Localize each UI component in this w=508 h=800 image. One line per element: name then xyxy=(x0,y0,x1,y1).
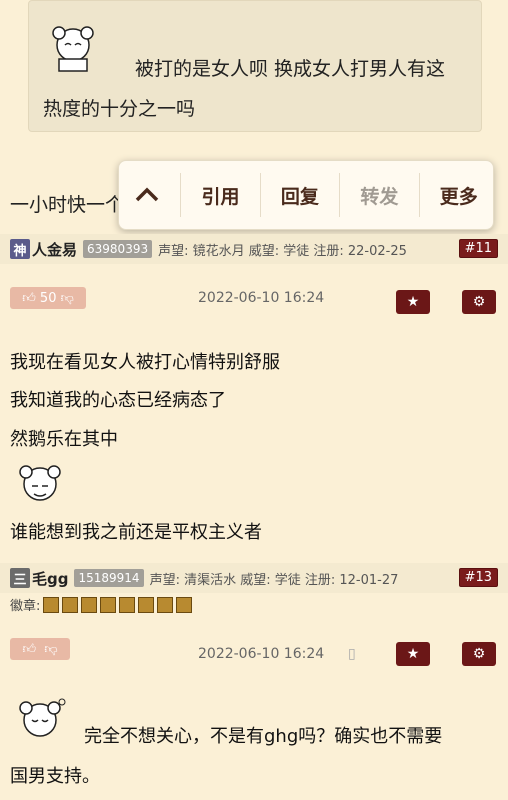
thumbs-down-icon: 👎︎ xyxy=(40,641,58,657)
post-meta-row: 👍︎ 50 👎︎ 2022-06-10 16:24 ★ ⚙ xyxy=(0,282,508,322)
settings-button[interactable]: ⚙ xyxy=(462,290,496,314)
quoted-post-text: 被打的是女人呗 换成女人打男人有这 热度的十分之一吗 xyxy=(43,49,471,129)
medal-row: 徽章: xyxy=(10,595,193,614)
medal-icon xyxy=(62,596,79,613)
post-datetime: 2022-06-10 16:24 xyxy=(198,290,325,306)
reply-button[interactable]: 回复 xyxy=(271,161,329,229)
chevron-up-icon xyxy=(135,187,159,202)
anime-sticker-icon xyxy=(19,465,61,501)
user-info: 声望: 清渠活水 威望: 学徒 注册: 12-01-27 xyxy=(149,572,399,588)
medal-icon xyxy=(157,596,174,613)
post-user-row: 神 人金易 63980393 声望: 镜花水月 威望: 学徒 注册: 22-02… xyxy=(0,234,508,264)
quote-line-1: 被打的是女人呗 换成女人打男人有这 xyxy=(135,58,446,80)
post-line: 然鹅乐在其中 xyxy=(10,429,118,450)
quoted-post-card: 被打的是女人呗 换成女人打男人有这 热度的十分之一吗 xyxy=(28,0,482,132)
phone-device-icon: ▯ xyxy=(348,646,356,662)
like-count: 50 xyxy=(39,290,57,306)
thumbs-up-icon: 👍︎ xyxy=(22,641,41,657)
divider xyxy=(180,173,182,217)
anime-sticker-icon xyxy=(19,698,66,737)
user-title-badge: 神 xyxy=(10,239,30,259)
post-datetime: 2022-06-10 16:24 xyxy=(198,646,325,662)
medal-icon xyxy=(119,596,136,613)
user-id: 15189914 xyxy=(74,569,144,587)
action-popup-menu: 引用 回复 转发 更多 xyxy=(118,160,494,230)
username[interactable]: 毛gg xyxy=(32,568,68,589)
star-icon: ★ xyxy=(406,294,420,310)
post-line: 我现在看见女人被打心情特别舒服 xyxy=(10,352,280,373)
gear-icon: ⚙ xyxy=(472,294,486,310)
medals-label: 徽章: xyxy=(10,599,41,614)
thumbs-up-icon: 👍︎ xyxy=(22,290,40,306)
username[interactable]: 人金易 xyxy=(32,239,77,260)
thumbs-down-icon: 👎︎ xyxy=(56,290,74,306)
more-button[interactable]: 更多 xyxy=(430,161,488,229)
post-line: 我知道我的心态已经病态了 xyxy=(10,390,226,411)
like-button[interactable]: 👍︎ 👎︎ xyxy=(10,638,70,660)
floor-number[interactable]: #11 xyxy=(458,239,498,258)
like-button[interactable]: 👍︎ 50 👎︎ xyxy=(10,287,86,309)
floor-number[interactable]: #13 xyxy=(458,568,498,587)
quote-line-2: 热度的十分之一吗 xyxy=(43,98,196,120)
divider xyxy=(339,173,341,217)
star-button[interactable]: ★ xyxy=(396,290,430,314)
quote-button[interactable]: 引用 xyxy=(192,161,250,229)
post-meta-row: 👍︎ 👎︎ 2022-06-10 16:24 ▯ ★ ⚙ xyxy=(0,636,508,676)
divider xyxy=(259,173,261,217)
star-icon: ★ xyxy=(406,646,420,662)
star-button[interactable]: ★ xyxy=(396,642,430,666)
medal-icon xyxy=(43,596,60,613)
medal-icon xyxy=(81,596,98,613)
collapse-button[interactable] xyxy=(124,161,170,229)
post-user-row: 三 毛gg 15189914 声望: 清渠活水 威望: 学徒 注册: 12-01… xyxy=(0,563,508,593)
medal-icon xyxy=(100,596,117,613)
post-line: 国男支持。 xyxy=(10,766,100,787)
user-id: 63980393 xyxy=(83,240,153,258)
user-info: 声望: 镜花水月 威望: 学徒 注册: 22-02-25 xyxy=(158,243,407,259)
reply-snippet: 一小时快一个 xyxy=(10,194,125,216)
post-line: 谁能想到我之前还是平权主义者 xyxy=(10,522,262,543)
settings-button[interactable]: ⚙ xyxy=(462,642,496,666)
divider xyxy=(418,173,420,217)
forward-button[interactable]: 转发 xyxy=(350,161,408,229)
medal-icon xyxy=(138,596,155,613)
user-title-badge: 三 xyxy=(10,568,30,588)
medal-icon xyxy=(176,596,193,613)
gear-icon: ⚙ xyxy=(472,646,486,662)
post-line: 完全不想关心，不是有ghg吗？确实也不需要 xyxy=(84,726,443,747)
